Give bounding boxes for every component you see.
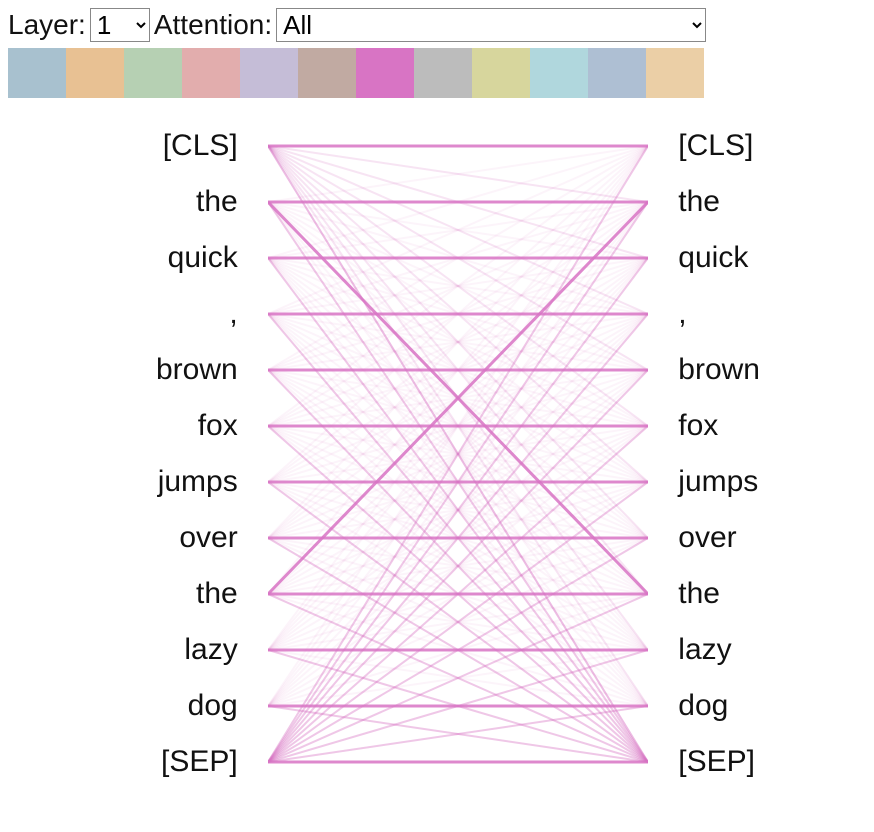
token-right[interactable]: dog (670, 678, 736, 734)
palette-swatch-5[interactable] (298, 48, 356, 98)
token-left[interactable]: [CLS] (155, 118, 246, 174)
layer-label: Layer: (8, 9, 86, 41)
attention-lines (268, 118, 648, 818)
token-right[interactable]: [SEP] (670, 734, 763, 790)
token-right[interactable]: [CLS] (670, 118, 761, 174)
palette-swatch-11[interactable] (646, 48, 704, 98)
head-color-palette[interactable] (8, 48, 866, 98)
palette-swatch-1[interactable] (66, 48, 124, 98)
token-right[interactable]: brown (670, 342, 768, 398)
token-left[interactable]: lazy (176, 622, 245, 678)
palette-swatch-3[interactable] (182, 48, 240, 98)
palette-swatch-4[interactable] (240, 48, 298, 98)
token-left[interactable]: , (221, 286, 245, 342)
token-left[interactable]: the (188, 566, 246, 622)
palette-swatch-6[interactable] (356, 48, 414, 98)
token-left[interactable]: jumps (150, 454, 246, 510)
palette-swatch-2[interactable] (124, 48, 182, 98)
palette-swatch-9[interactable] (530, 48, 588, 98)
token-left[interactable]: over (171, 510, 245, 566)
token-left[interactable]: the (188, 174, 246, 230)
controls-bar: Layer: 1 Attention: All (8, 8, 866, 42)
token-left[interactable]: dog (180, 678, 246, 734)
token-right[interactable]: , (670, 286, 694, 342)
token-left[interactable]: [SEP] (153, 734, 246, 790)
attention-visualization: [CLS]thequick,brownfoxjumpsoverthelazydo… (148, 118, 768, 818)
attention-select[interactable]: All (276, 8, 706, 42)
token-right[interactable]: the (670, 566, 728, 622)
token-left[interactable]: fox (190, 398, 246, 454)
token-column-left: [CLS]thequick,brownfoxjumpsoverthelazydo… (148, 118, 246, 790)
token-right[interactable]: over (670, 510, 744, 566)
token-right[interactable]: quick (670, 230, 756, 286)
token-right[interactable]: jumps (670, 454, 766, 510)
token-right[interactable]: fox (670, 398, 726, 454)
palette-swatch-0[interactable] (8, 48, 66, 98)
palette-swatch-8[interactable] (472, 48, 530, 98)
token-left[interactable]: brown (148, 342, 246, 398)
token-right[interactable]: lazy (670, 622, 739, 678)
token-left[interactable]: quick (160, 230, 246, 286)
layer-select[interactable]: 1 (90, 8, 150, 42)
token-right[interactable]: the (670, 174, 728, 230)
token-column-right: [CLS]thequick,brownfoxjumpsoverthelazydo… (670, 118, 768, 790)
palette-swatch-7[interactable] (414, 48, 472, 98)
attention-label: Attention: (154, 9, 272, 41)
palette-swatch-10[interactable] (588, 48, 646, 98)
